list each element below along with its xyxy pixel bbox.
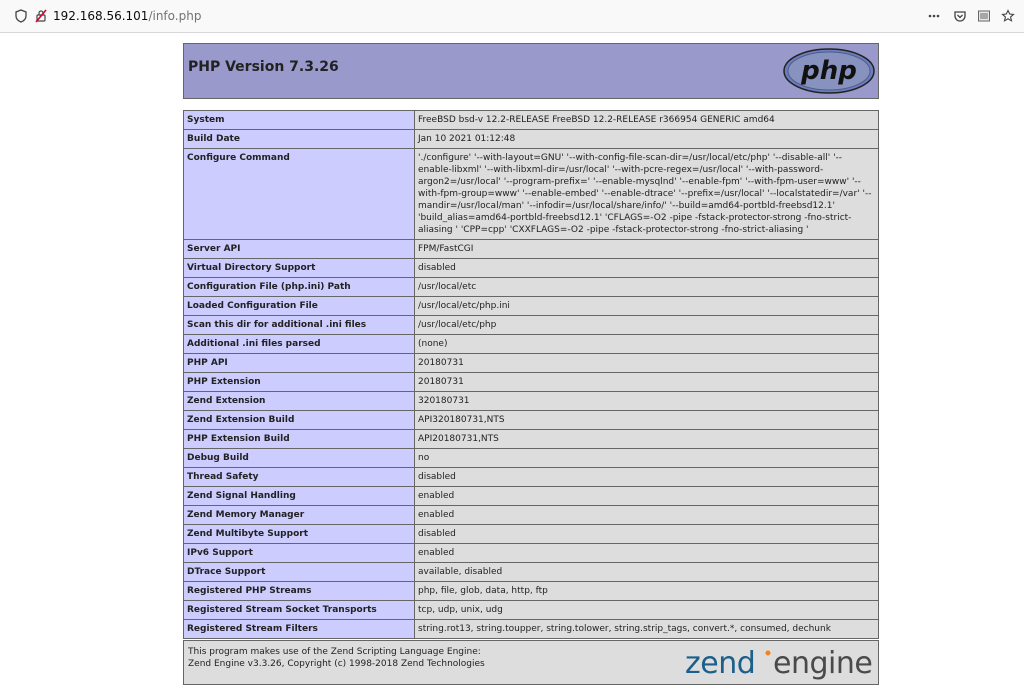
row-value: disabled (414, 258, 879, 278)
zend-engine-logo[interactable]: zend engine (685, 644, 875, 684)
bookmark-star-icon[interactable] (1000, 8, 1016, 24)
table-row: DTrace Support available, disabled (183, 562, 879, 582)
row-value: enabled (414, 486, 879, 506)
row-value: 20180731 (414, 372, 879, 392)
row-key: Zend Extension (183, 391, 415, 411)
row-key: Thread Safety (183, 467, 415, 487)
url-path: /info.php (148, 9, 202, 23)
page-title: PHP Version 7.3.26 (188, 59, 339, 75)
reader-view-icon[interactable] (976, 8, 992, 24)
svg-text:zend: zend (685, 646, 755, 680)
row-value: /usr/local/etc/php (414, 315, 879, 335)
shield-icon[interactable] (13, 8, 29, 24)
table-row: IPv6 Support enabled (183, 543, 879, 563)
row-value: (none) (414, 334, 879, 354)
row-key: Registered Stream Socket Transports (183, 600, 415, 620)
row-value: no (414, 448, 879, 468)
table-row: Zend Signal Handling enabled (183, 486, 879, 506)
php-version-header: PHP Version 7.3.26 php (183, 43, 879, 99)
row-key: Scan this dir for additional .ini files (183, 315, 415, 335)
table-row: Build Date Jan 10 2021 01:12:48 (183, 129, 879, 149)
table-row: Zend Multibyte Support disabled (183, 524, 879, 544)
row-value: /usr/local/etc (414, 277, 879, 297)
table-row: Zend Memory Manager enabled (183, 505, 879, 525)
table-row: Additional .ini files parsed (none) (183, 334, 879, 354)
row-key: System (183, 110, 415, 130)
row-value: Jan 10 2021 01:12:48 (414, 129, 879, 149)
table-row: Virtual Directory Support disabled (183, 258, 879, 278)
row-value: API320180731,NTS (414, 410, 879, 430)
row-value: disabled (414, 467, 879, 487)
row-key: Zend Extension Build (183, 410, 415, 430)
zend-footer: This program makes use of the Zend Scrip… (183, 640, 879, 685)
row-value: 320180731 (414, 391, 879, 411)
svg-text:engine: engine (773, 646, 872, 680)
row-value: available, disabled (414, 562, 879, 582)
table-row: Registered Stream Socket Transports tcp, … (183, 600, 879, 620)
row-value: php, file, glob, data, http, ftp (414, 581, 879, 601)
row-key: PHP Extension (183, 372, 415, 392)
table-row: Configure Command './configure' '--with-l… (183, 148, 879, 240)
table-row: Configuration File (php.ini) Path/usr/lo… (183, 277, 879, 297)
row-value: tcp, udp, unix, udg (414, 600, 879, 620)
table-row: Loaded Configuration File/usr/local/etc/… (183, 296, 879, 316)
row-value: 20180731 (414, 353, 879, 373)
row-key: Registered PHP Streams (183, 581, 415, 601)
row-key: Additional .ini files parsed (183, 334, 415, 354)
footer-text: This program makes use of the Zend Scrip… (188, 646, 485, 670)
pocket-icon[interactable] (952, 8, 968, 24)
browser-toolbar: 192.168.56.101/info.php (0, 0, 1024, 33)
php-logo[interactable]: php (783, 48, 875, 98)
row-value: FreeBSD bsd-v 12.2-RELEASE FreeBSD 12.2-… (414, 110, 879, 130)
table-row: Server API FPM/FastCGI (183, 239, 879, 259)
url-host: 192.168.56.101 (53, 9, 149, 23)
table-row: Zend Extension Build API320180731,NTS (183, 410, 879, 430)
row-key: DTrace Support (183, 562, 415, 582)
svg-text:php: php (800, 56, 857, 86)
row-key: Server API (183, 239, 415, 259)
row-value: './configure' '--with-layout=GNU' '--wit… (414, 148, 879, 240)
row-value: FPM/FastCGI (414, 239, 879, 259)
row-key: Zend Memory Manager (183, 505, 415, 525)
address-bar[interactable]: 192.168.56.101/info.php (53, 8, 201, 24)
row-key: IPv6 Support (183, 543, 415, 563)
row-value: string.rot13, string.toupper, string.tol… (414, 619, 879, 639)
row-value: API20180731,NTS (414, 429, 879, 449)
row-key: Debug Build (183, 448, 415, 468)
table-row: Debug Build no (183, 448, 879, 468)
table-row: Scan this dir for additional .ini files /… (183, 315, 879, 335)
page-actions-icon[interactable] (926, 8, 942, 24)
row-key: Registered Stream Filters (183, 619, 415, 639)
row-value: disabled (414, 524, 879, 544)
table-row: PHP API 20180731 (183, 353, 879, 373)
footer-line-1: This program makes use of the Zend Scrip… (188, 647, 481, 657)
table-row: System FreeBSD bsd-v 12.2-RELEASE FreeBSD… (183, 110, 879, 130)
row-key: Zend Signal Handling (183, 486, 415, 506)
php-info-table: System FreeBSD bsd-v 12.2-RELEASE FreeBSD… (183, 110, 879, 639)
table-row: Registered Stream Filters string.rot13, s… (183, 619, 879, 639)
table-row: Registered PHP Streams php, file, glob, d… (183, 581, 879, 601)
row-value: enabled (414, 543, 879, 563)
table-row: Zend Extension 320180731 (183, 391, 879, 411)
table-row: PHP Extension Build API20180731,NTS (183, 429, 879, 449)
row-value: enabled (414, 505, 879, 525)
row-key: Build Date (183, 129, 415, 149)
table-row: Thread Safety disabled (183, 467, 879, 487)
footer-line-2: Zend Engine v3.3.26, Copyright (c) 1998-… (188, 659, 485, 669)
table-row: PHP Extension 20180731 (183, 372, 879, 392)
row-value: /usr/local/etc/php.ini (414, 296, 879, 316)
row-key: PHP API (183, 353, 415, 373)
insecure-lock-icon[interactable] (33, 8, 49, 24)
row-key: Loaded Configuration File (183, 296, 415, 316)
row-key: Zend Multibyte Support (183, 524, 415, 544)
row-key: Configuration File (php.ini) Path (183, 277, 415, 297)
row-key: Virtual Directory Support (183, 258, 415, 278)
row-key: PHP Extension Build (183, 429, 415, 449)
row-key: Configure Command (183, 148, 415, 240)
